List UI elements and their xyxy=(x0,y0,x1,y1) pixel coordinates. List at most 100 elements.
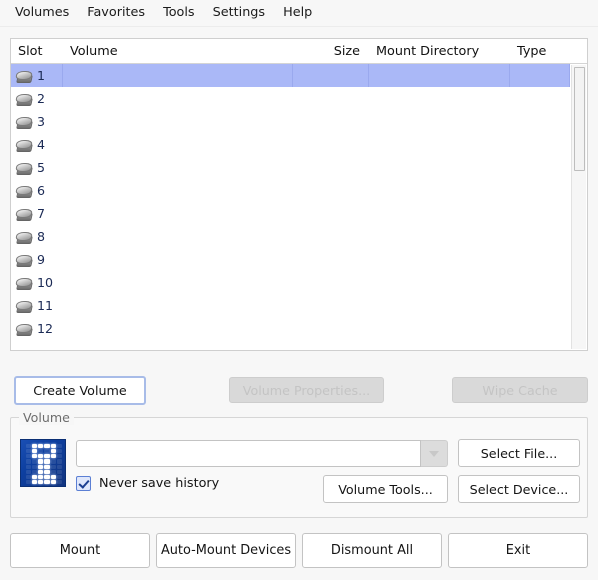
logo-dot xyxy=(50,449,56,454)
volume-list-row[interactable]: 5 xyxy=(11,156,587,179)
logo-dot xyxy=(44,454,50,459)
dismount-all-button[interactable]: Dismount All xyxy=(302,533,442,568)
cell-type xyxy=(510,87,570,110)
logo-dot xyxy=(38,469,44,474)
volume-list-row[interactable]: 4 xyxy=(11,133,587,156)
menu-settings[interactable]: Settings xyxy=(204,3,275,24)
cell-volume xyxy=(63,317,293,340)
logo-dot xyxy=(44,449,50,454)
column-header-volume[interactable]: Volume xyxy=(63,44,293,59)
volume-list-row[interactable]: 1 xyxy=(11,64,587,87)
cell-size xyxy=(293,156,369,179)
slot-number: 5 xyxy=(37,160,46,175)
volume-groupbox: Volume Never save history Select File...… xyxy=(10,410,588,518)
logo-dot xyxy=(38,479,44,484)
cell-volume xyxy=(63,179,293,202)
logo-dot xyxy=(32,474,38,479)
cell-size xyxy=(293,64,369,87)
column-header-type[interactable]: Type xyxy=(510,44,570,59)
slot-number: 4 xyxy=(37,137,46,152)
logo-dot xyxy=(32,454,38,459)
column-header-size[interactable]: Size xyxy=(293,44,369,59)
column-header-mount-directory[interactable]: Mount Directory xyxy=(369,44,510,59)
drive-icon xyxy=(15,231,33,244)
logo-dot xyxy=(50,479,56,484)
cell-type xyxy=(510,248,570,271)
cell-type xyxy=(510,317,570,340)
cell-type xyxy=(510,64,570,87)
slot-number: 3 xyxy=(37,114,46,129)
column-header-slot[interactable]: Slot xyxy=(11,44,63,59)
volume-list-row[interactable]: 10 xyxy=(11,271,587,294)
menu-tools[interactable]: Tools xyxy=(154,3,204,24)
scrollbar-thumb[interactable] xyxy=(574,67,585,171)
cell-mount-directory xyxy=(369,202,510,225)
volume-tools-button[interactable]: Volume Tools... xyxy=(323,475,448,503)
cell-slot: 7 xyxy=(11,202,63,225)
logo-dot xyxy=(50,469,56,474)
menubar: Volumes Favorites Tools Settings Help xyxy=(0,0,598,27)
drive-icon xyxy=(15,323,33,336)
volume-list-row[interactable]: 6 xyxy=(11,179,587,202)
select-device-button[interactable]: Select Device... xyxy=(458,475,580,503)
menu-volumes[interactable]: Volumes xyxy=(6,3,78,24)
logo-dot xyxy=(26,454,32,459)
cell-mount-directory xyxy=(369,317,510,340)
cell-size xyxy=(293,110,369,133)
cell-slot: 8 xyxy=(11,225,63,248)
logo-dot xyxy=(56,469,62,474)
chevron-down-icon xyxy=(429,450,439,457)
menu-help[interactable]: Help xyxy=(274,3,321,24)
volume-list-row[interactable]: 3 xyxy=(11,110,587,133)
menu-favorites[interactable]: Favorites xyxy=(78,3,154,24)
volume-list-row[interactable]: 2 xyxy=(11,87,587,110)
create-volume-button[interactable]: Create Volume xyxy=(14,376,146,405)
cell-size xyxy=(293,248,369,271)
select-file-button[interactable]: Select File... xyxy=(458,439,580,467)
cell-type xyxy=(510,202,570,225)
logo-dot xyxy=(38,454,44,459)
logo-dot xyxy=(32,469,38,474)
volume-path-input[interactable] xyxy=(76,440,421,467)
cell-mount-directory xyxy=(369,179,510,202)
cell-volume xyxy=(63,294,293,317)
cell-type xyxy=(510,110,570,133)
cell-size xyxy=(293,87,369,110)
volume-list-row[interactable]: 8 xyxy=(11,225,587,248)
cell-size xyxy=(293,225,369,248)
cell-volume xyxy=(63,110,293,133)
never-save-history-checkbox[interactable] xyxy=(76,476,91,491)
logo-dot xyxy=(44,459,50,464)
cell-slot: 5 xyxy=(11,156,63,179)
logo-dot xyxy=(50,444,56,449)
cell-mount-directory xyxy=(369,225,510,248)
cell-mount-directory xyxy=(369,248,510,271)
volume-list-row[interactable]: 9 xyxy=(11,248,587,271)
vertical-scrollbar[interactable] xyxy=(571,65,586,349)
logo-dot xyxy=(56,474,62,479)
never-save-history-row[interactable]: Never save history xyxy=(76,476,219,491)
mount-button[interactable]: Mount xyxy=(10,533,150,568)
cell-slot: 12 xyxy=(11,317,63,340)
cell-mount-directory xyxy=(369,156,510,179)
cell-size xyxy=(293,202,369,225)
volume-list-row[interactable]: 11 xyxy=(11,294,587,317)
auto-mount-devices-button[interactable]: Auto-Mount Devices xyxy=(156,533,296,568)
logo-dot xyxy=(32,464,38,469)
exit-button[interactable]: Exit xyxy=(448,533,588,568)
cell-volume xyxy=(63,133,293,156)
drive-icon xyxy=(15,300,33,313)
volume-path-dropdown-button xyxy=(421,440,448,467)
logo-dot xyxy=(44,444,50,449)
logo-dot xyxy=(50,454,56,459)
logo-dot xyxy=(38,449,44,454)
volume-actions-row: Create Volume Volume Properties... Wipe … xyxy=(10,376,588,405)
cell-type xyxy=(510,294,570,317)
cell-size xyxy=(293,294,369,317)
logo-dot xyxy=(56,464,62,469)
volume-list-row[interactable]: 12 xyxy=(11,317,587,340)
bottom-actions-row: Mount Auto-Mount Devices Dismount All Ex… xyxy=(10,533,588,568)
logo-dot xyxy=(44,479,50,484)
volume-list-panel: Slot Volume Size Mount Directory Type 12… xyxy=(10,38,588,351)
volume-list-row[interactable]: 7 xyxy=(11,202,587,225)
